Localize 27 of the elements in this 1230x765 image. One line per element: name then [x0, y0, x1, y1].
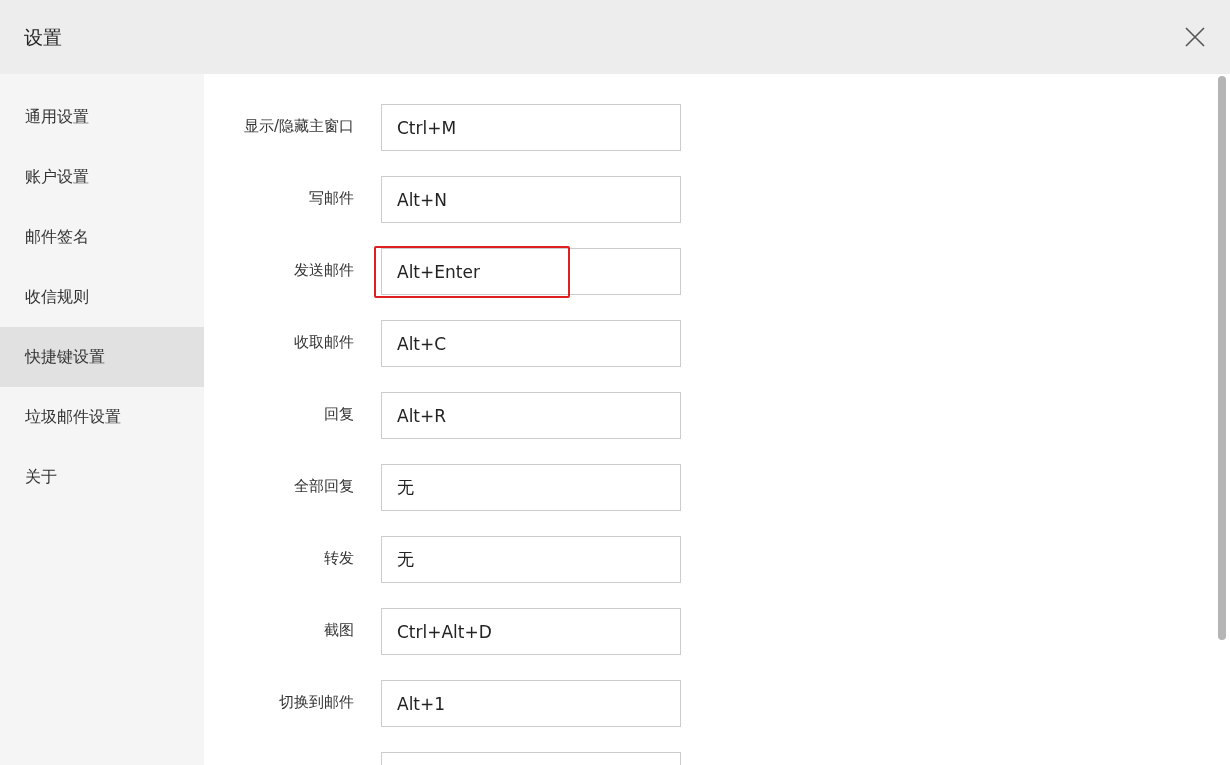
shortcut-field[interactable]: Ctrl+M [381, 104, 681, 151]
shortcut-field[interactable]: 无 [381, 464, 681, 511]
shortcut-label: 转发 [323, 548, 354, 569]
shortcut-field[interactable]: Alt+R [381, 392, 681, 439]
window-title: 设置 [24, 24, 62, 50]
shortcut-label: 写邮件 [308, 188, 354, 209]
scrollbar[interactable] [1218, 76, 1226, 640]
sidebar-item[interactable]: 通用设置 [0, 87, 204, 147]
shortcut-field[interactable]: Alt+1 [381, 680, 681, 727]
shortcut-field[interactable]: 无 [381, 536, 681, 583]
shortcut-label: 发送邮件 [293, 260, 354, 281]
shortcut-field[interactable]: Ctrl+Alt+D [381, 608, 681, 655]
sidebar-item[interactable]: 关于 [0, 447, 204, 507]
sidebar-item[interactable]: 邮件签名 [0, 207, 204, 267]
shortcut-label: 收取邮件 [293, 332, 354, 353]
shortcut-field[interactable]: Alt+C [381, 320, 681, 367]
sidebar-item[interactable]: 收信规则 [0, 267, 204, 327]
shortcut-label: 回复 [323, 404, 354, 425]
shortcut-label: 切换到邮件 [278, 692, 354, 713]
sidebar-item[interactable]: 账户设置 [0, 147, 204, 207]
shortcut-label: 全部回复 [293, 476, 354, 497]
shortcut-field[interactable]: Alt+Enter [381, 248, 681, 295]
shortcut-label: 显示/隐藏主窗口 [242, 116, 354, 137]
shortcut-field[interactable]: Alt+N [381, 176, 681, 223]
shortcut-label: 截图 [323, 620, 354, 641]
sidebar-item[interactable]: 快捷键设置 [0, 327, 204, 387]
sidebar-item[interactable]: 垃圾邮件设置 [0, 387, 204, 447]
